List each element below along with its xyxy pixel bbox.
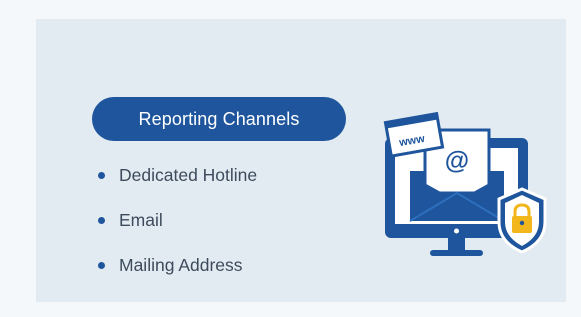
bullet-icon (98, 172, 105, 179)
list-item-email: Email (97, 209, 257, 231)
bullet-icon (98, 217, 105, 224)
list-item-dedicated-hotline: Dedicated Hotline (97, 164, 257, 186)
list-item-mailing-address: Mailing Address (97, 254, 257, 276)
reporting-channels-title: Reporting Channels (92, 97, 346, 141)
channel-label: Mailing Address (119, 255, 243, 275)
at-sign-icon: @ (445, 147, 469, 175)
email-security-illustration: @ www (383, 111, 547, 256)
bullet-icon (98, 262, 105, 269)
channel-label: Dedicated Hotline (119, 165, 258, 185)
shield-lock-icon (497, 187, 547, 254)
channel-list: Dedicated Hotline Email Mailing Address (97, 164, 257, 299)
channel-label: Email (119, 210, 163, 230)
